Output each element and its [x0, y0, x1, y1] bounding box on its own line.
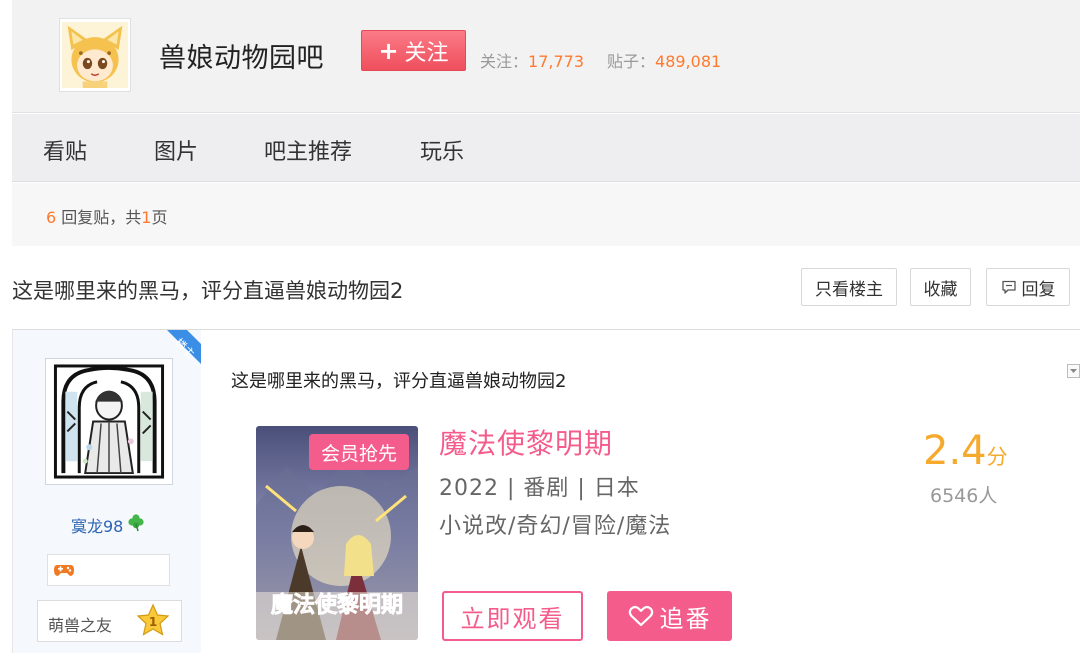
plus-icon: +: [378, 36, 399, 65]
anime-score: 2.4分: [923, 428, 1008, 474]
reply-label: 回复: [1021, 279, 1056, 300]
user-avatar-image: [49, 362, 169, 481]
user-badge-box: [47, 554, 170, 586]
forum-name[interactable]: 兽娘动物园吧: [159, 36, 324, 75]
tab-moderator-picks[interactable]: 吧主推荐: [264, 134, 352, 166]
score-value: 2.4: [923, 428, 987, 474]
post-menu-toggle[interactable]: [1067, 364, 1080, 378]
posts-count: 489,081: [655, 52, 722, 71]
chevron-down-icon: [1070, 369, 1077, 373]
member-early-tag: 会员抢先: [309, 434, 409, 470]
watch-now-label: 立即观看: [460, 604, 565, 633]
user-level-box[interactable]: 萌兽之友 1: [37, 600, 182, 642]
comment-icon: [1001, 280, 1016, 294]
heart-icon: [628, 605, 653, 627]
op-ribbon: 楼主: [153, 330, 203, 380]
forum-avatar[interactable]: [59, 18, 131, 92]
collect-button[interactable]: 收藏: [910, 268, 971, 306]
anime-genre-tags: 小说改/奇幻/冒险/魔法: [439, 514, 672, 539]
only-op-button[interactable]: 只看楼主: [801, 268, 897, 306]
follow-anime-button[interactable]: 追番: [607, 591, 732, 641]
followers-count: 17,773: [528, 52, 584, 71]
posts-stat: 贴子：489,081: [607, 48, 721, 72]
op-ribbon-shape: 楼主: [167, 330, 203, 366]
reply-count-bar: 6 回复贴，共1页: [12, 183, 1080, 246]
level-star-icon: 1: [136, 603, 170, 636]
post-text: 这是哪里来的黑马，评分直逼兽娘动物园2: [231, 371, 567, 392]
posts-label: 贴子：: [607, 52, 656, 71]
tab-fun[interactable]: 玩乐: [420, 134, 464, 166]
score-unit: 分: [986, 445, 1008, 469]
followers-label: 关注：: [480, 52, 529, 71]
reply-text: 回复贴，共: [56, 208, 142, 227]
clover-icon: [128, 514, 144, 532]
reply-info: 6 回复贴，共1页: [46, 204, 167, 228]
rating-count: 6546人: [930, 485, 998, 507]
reply-button[interactable]: 回复: [986, 268, 1070, 306]
anime-title[interactable]: 魔法使黎明期: [439, 422, 613, 462]
post-floor: 楼主 寞龙98 萌兽之友 1 这是哪里来的黑马，评分直逼兽娘动物园2 魔法使黎明…: [12, 329, 1080, 653]
poster-title-art: 魔法使黎明期: [271, 592, 403, 618]
tab-pictures[interactable]: 图片: [154, 134, 198, 166]
reply-count: 6: [46, 208, 57, 227]
followers-stat: 关注：17,773: [480, 48, 584, 72]
gamepad-badge-icon[interactable]: [53, 562, 75, 578]
collect-label: 收藏: [923, 279, 958, 300]
forum-nav: 看贴 图片 吧主推荐 玩乐: [12, 114, 1080, 182]
tab-view-posts[interactable]: 看贴: [43, 134, 87, 166]
thread-title: 这是哪里来的黑马，评分直逼兽娘动物园2: [12, 279, 404, 303]
anime-poster[interactable]: 魔法使黎明期 会员抢先: [256, 426, 418, 640]
only-op-label: 只看楼主: [815, 279, 883, 300]
level-number: 1: [149, 615, 157, 629]
post-content: 这是哪里来的黑马，评分直逼兽娘动物园2 魔法使黎明期 会员抢先 魔法使黎明期 2…: [201, 330, 1080, 653]
anime-meta: 2022 | 番剧 | 日本: [439, 476, 640, 501]
level-name: 萌兽之友: [48, 616, 113, 635]
follow-label: 关注: [404, 40, 449, 66]
watch-now-button[interactable]: 立即观看: [442, 591, 583, 641]
user-column: 楼主 寞龙98 萌兽之友 1: [12, 330, 203, 653]
forum-header: 兽娘动物园吧 + 关注 关注：17,773 贴子：489,081: [12, 0, 1080, 113]
page-count: 1: [141, 208, 152, 227]
page-text: 页: [151, 208, 168, 227]
serval-avatar-image: [62, 22, 128, 88]
follow-anime-label: 追番: [659, 604, 712, 633]
username[interactable]: 寞龙98: [71, 513, 123, 537]
follow-forum-button[interactable]: + 关注: [361, 30, 466, 71]
